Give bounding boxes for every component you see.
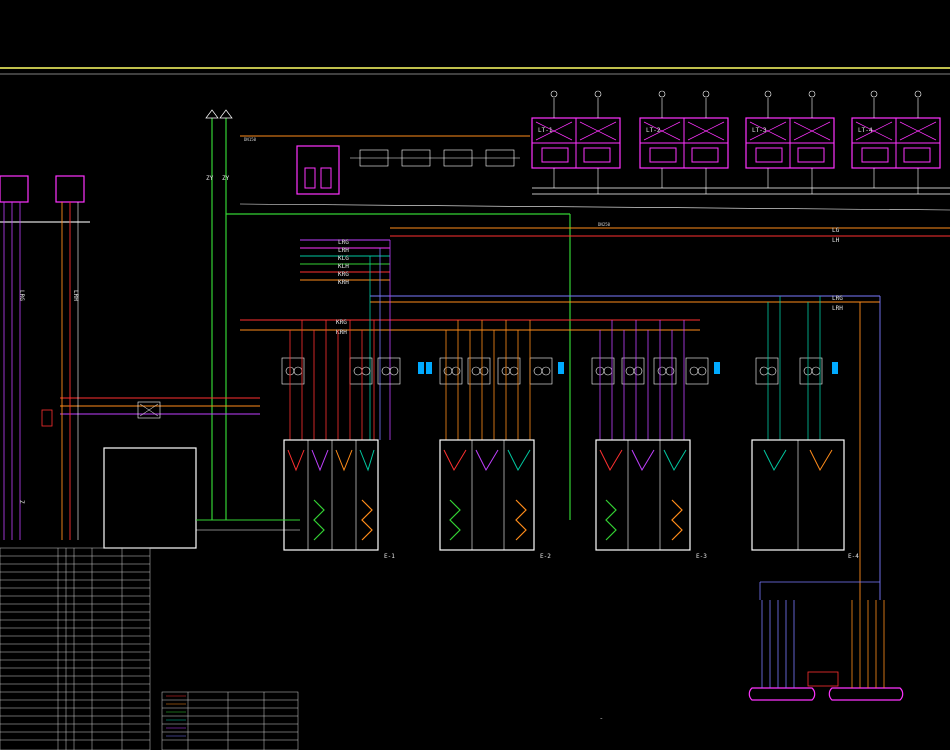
header-lg-label: LG (832, 227, 840, 234)
pipe-tag: KRG (338, 271, 349, 278)
tank-label: E-3 (696, 553, 707, 560)
makeup-unit: DN150 (240, 135, 530, 195)
tower-label: LT-4 (858, 127, 873, 134)
header-lh-label: LH (832, 237, 840, 244)
cooling-tower: LT-3 (745, 90, 835, 169)
main-headers: LG LH DN250 LRG LRH (226, 203, 950, 600)
tank-label: E-2 (540, 553, 551, 560)
legend-table (161, 691, 299, 750)
riser-tag: ZY (222, 175, 230, 182)
cooling-tower: LT-1 (531, 90, 621, 169)
tower-label: LT-2 (646, 127, 661, 134)
pipe-tag: LRH (338, 247, 349, 254)
tower-label: LT-1 (538, 127, 553, 134)
hvac-schematic: LT-1 LT-2 LT-3 LT-4 DN150 ZY ZY LG LH DN… (0, 67, 950, 750)
tank-risers (289, 296, 821, 440)
equipment-table (0, 547, 151, 750)
pipe-tag: LRG (18, 290, 25, 301)
pipe-tag: LRH (72, 290, 79, 301)
tank-unit: E-4 (751, 439, 859, 560)
pipe-tag: Z (18, 500, 25, 504)
pipe-tag: KLH (338, 263, 349, 270)
pipe-size-label: DN250 (598, 222, 611, 227)
heat-exchanger-room (60, 397, 300, 549)
note-marker: ~ (600, 716, 603, 721)
pipe-tag: KRG (336, 319, 347, 326)
riser-group: ZY ZY (205, 109, 233, 520)
pump-row (281, 357, 823, 385)
pipe-tag: KRH (338, 279, 349, 286)
left-riser-group: LRG LRH Z (0, 175, 90, 540)
riser-tag: ZY (206, 175, 214, 182)
tank-unit: E-2 (439, 439, 551, 560)
header-lrg-label: LRG (832, 295, 843, 302)
tower-label: LT-3 (752, 127, 767, 134)
pipe-size-label: DN150 (244, 137, 257, 142)
cooling-tower: LT-4 (851, 90, 941, 169)
tank-label: E-1 (384, 553, 395, 560)
tank-label: E-4 (848, 553, 859, 560)
cooling-tower-group: LT-1 LT-2 LT-3 LT-4 (531, 90, 950, 195)
tank-unit: E-3 (595, 439, 707, 560)
header-lrh-label: LRH (832, 305, 843, 312)
pipe-tag: KLG (338, 255, 349, 262)
cooling-tower: LT-2 (639, 90, 729, 169)
pipe-tag: LRG (338, 239, 349, 246)
tank-unit: E-1 (283, 439, 395, 560)
